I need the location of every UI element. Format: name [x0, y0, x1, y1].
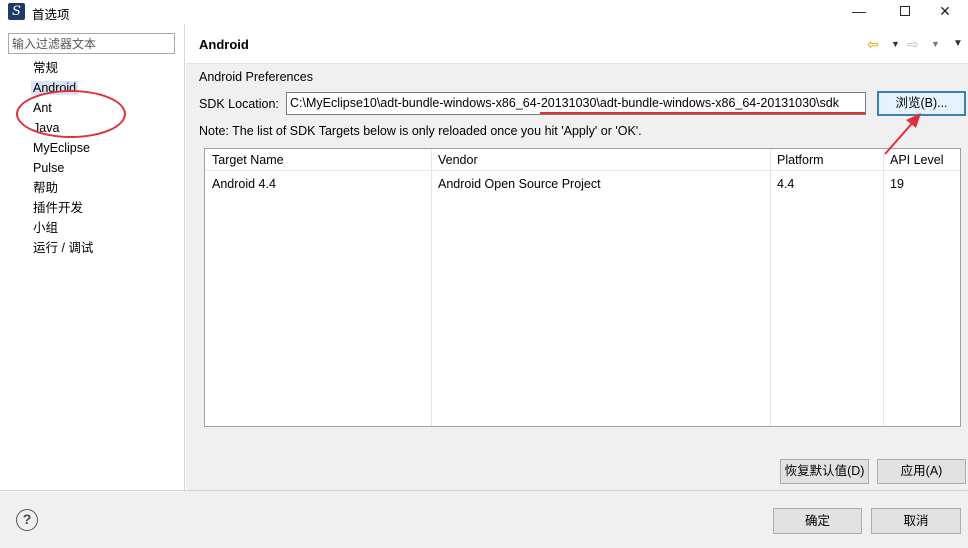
tree-item-label: 小组: [33, 221, 59, 235]
annotation-ellipse: [16, 90, 126, 138]
history-nav: ⇦ ▼ ⇨ ▼ ▼: [867, 36, 967, 52]
tree-item-label: 运行 / 调试: [33, 241, 94, 255]
table-header: [205, 149, 960, 171]
restore-defaults-button[interactable]: 恢复默认值(D): [780, 459, 869, 484]
reload-note: Note: The list of SDK Targets below is o…: [199, 124, 642, 138]
table-cell-platform[interactable]: 4.4: [777, 175, 794, 193]
page-header: Android ⇦ ▼ ⇨ ▼ ▼: [186, 24, 968, 64]
close-button[interactable]: ✕: [922, 0, 968, 24]
tree-item-label: Pulse: [33, 161, 65, 175]
maximize-icon: [900, 6, 910, 16]
cancel-button[interactable]: 取消: [871, 508, 961, 534]
column-header-vendor[interactable]: Vendor: [438, 151, 478, 169]
page-title: Android: [199, 37, 249, 52]
forward-arrow-icon[interactable]: ⇨: [907, 36, 919, 52]
browse-button[interactable]: 浏览(B)...: [877, 91, 966, 116]
apply-button[interactable]: 应用(A): [877, 459, 966, 484]
help-icon[interactable]: ?: [16, 509, 38, 531]
tree-item-label: 插件开发: [33, 201, 84, 215]
column-header-target-name[interactable]: Target Name: [212, 151, 284, 169]
app-icon: S: [8, 3, 25, 20]
tree-item-label: MyEclipse: [33, 141, 90, 155]
tree-item-help[interactable]: 帮助: [0, 178, 184, 198]
dialog-footer: ? 确定 取消: [0, 490, 968, 548]
tree-item-label: 常规: [33, 61, 59, 75]
forward-dropdown-icon[interactable]: ▼: [931, 36, 940, 52]
ok-button[interactable]: 确定: [773, 508, 862, 534]
view-menu-icon[interactable]: ▼: [953, 36, 963, 52]
back-dropdown-icon[interactable]: ▼: [891, 36, 900, 52]
tree-item-myeclipse[interactable]: MyEclipse: [0, 138, 184, 158]
column-header-platform[interactable]: Platform: [777, 151, 824, 169]
tree-item-general[interactable]: 常规: [0, 58, 184, 78]
section-label: Android Preferences: [199, 70, 313, 84]
table-cell-vendor[interactable]: Android Open Source Project: [438, 175, 601, 193]
sdk-location-label: SDK Location:: [199, 97, 279, 111]
table-cell-api-level[interactable]: 19: [890, 175, 904, 193]
tree-item-pulse[interactable]: Pulse: [0, 158, 184, 178]
preference-tree: 常规 Android Ant Java MyEclipse Pulse 帮助 插…: [0, 58, 184, 258]
tree-item-label: 帮助: [33, 181, 59, 195]
preference-tree-panel: 常规 Android Ant Java MyEclipse Pulse 帮助 插…: [0, 24, 185, 490]
table-cell-target-name[interactable]: Android 4.4: [212, 175, 276, 193]
window-title: 首选项: [32, 8, 70, 22]
minimize-button[interactable]: —: [836, 0, 882, 24]
title-bar: S 首选项 — ✕: [0, 0, 968, 24]
filter-input[interactable]: [8, 33, 175, 54]
column-divider[interactable]: [431, 149, 432, 426]
preference-page: Android ⇦ ▼ ⇨ ▼ ▼ Android Preferences SD…: [186, 24, 968, 490]
back-arrow-icon[interactable]: ⇦: [867, 36, 879, 52]
tree-item-plugin-dev[interactable]: 插件开发: [0, 198, 184, 218]
column-divider[interactable]: [770, 149, 771, 426]
tree-item-team[interactable]: 小组: [0, 218, 184, 238]
sdk-targets-table[interactable]: Target Name Vendor Platform API Level An…: [204, 148, 961, 427]
tree-item-run-debug[interactable]: 运行 / 调试: [0, 238, 184, 258]
column-divider[interactable]: [883, 149, 884, 426]
annotation-underline: [540, 112, 865, 114]
column-header-api-level[interactable]: API Level: [890, 151, 944, 169]
